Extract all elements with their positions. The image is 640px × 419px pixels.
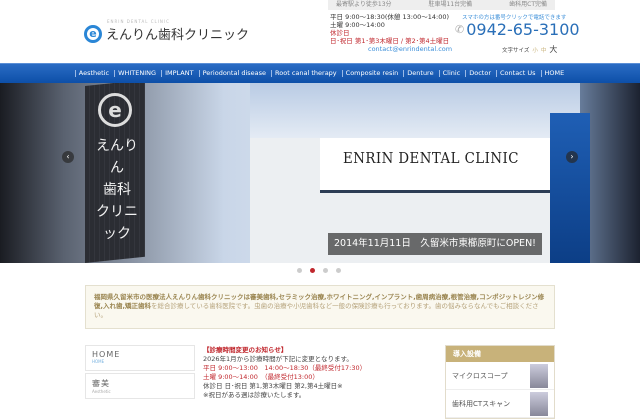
prev-slide-icon[interactable]: ‹ [62,151,74,163]
nav-aesthetic[interactable]: Aesthetic [74,70,112,77]
slider-dots [297,268,341,273]
ct-info: 歯科用CT完備 [509,1,547,8]
saturday-hours: 土曜 9:00〜14:00 [330,21,385,29]
tower-logo-icon: e [98,93,132,127]
news-line: 2026年1月から診療時間が下記に変更となります。 [203,355,353,363]
phone-number: 0942-65-3100 [466,20,580,39]
clinic-name: えんりん歯科クリニック [106,28,250,43]
nav-home[interactable]: HOME [540,70,568,77]
tower-line: クリニック [96,204,138,242]
equipment-item[interactable]: 歯科用CTスキャン [446,390,554,418]
access-info: 最寄駅より徒歩13分 [336,1,392,8]
slide-dot[interactable] [336,268,341,273]
email-link[interactable]: contact@enrindental.com [368,45,452,53]
intro-lead: 福岡県久留米市の医療法人えんりん歯科クリニックは [94,293,250,301]
parking-info: 駐車場11台完備 [428,1,473,8]
side-item-title: 審美 [92,379,110,388]
tower-line: 歯科 [103,182,131,198]
nav-doctor[interactable]: Doctor [465,70,494,77]
logo-tooth-icon: e [84,24,102,43]
building-blue-wall [550,113,590,263]
side-item-home[interactable]: HOME HOME [85,345,195,371]
side-item-sub: Aesthetic [92,389,111,394]
weekday-hours: 平日 9:00〜18:30(休憩 13:00〜14:00) [330,13,449,21]
font-size-switcher: 文字サイズ 小 中 大 [502,44,557,55]
font-small-button[interactable]: 小 [532,46,538,54]
news-notice: 【診療時間変更のお知らせ】 2026年1月から診療時間が下記に変更となります。 … [203,346,443,400]
tower-line: えんりん [96,138,138,176]
news-weekday: 平日 9:00〜13:00 14:00〜18:30（最終受付17:30） [203,364,367,372]
intro-text: を総合診療している歯科医院です。虫歯の治療や小児歯科など一般の保険診療も行ってお… [94,302,539,319]
building-sign: ENRIN DENTAL CLINIC [343,151,519,167]
top-info-strip: 最寄駅より徒歩13分 駐車場11台完備 歯科用CT完備 [328,0,555,10]
nav-whitening[interactable]: WHITENING [114,70,159,77]
slide-dot[interactable] [323,268,328,273]
news-note: ※祝日がある週は診療いたします。 [203,391,306,399]
closed-days: 日･祝日 第1･第3木曜日 / 第2･第4土曜日 [330,37,450,45]
news-saturday: 土曜 9:00〜14:00 （最終受付13:00） [203,373,319,381]
side-item-title: HOME [92,350,121,359]
equipment-item[interactable]: マイクロスコープ [446,362,554,390]
equipment-box: 導入設備 マイクロスコープ 歯科用CTスキャン [445,345,555,419]
next-slide-icon[interactable]: › [566,151,578,163]
news-closed: 休診日 日･祝日 第1,第3木曜日 第2,第4土曜日※ [203,382,343,390]
closed-label: 休診日 [330,29,350,37]
nav-periodontal[interactable]: Periodontal disease [198,70,269,77]
nav-composite[interactable]: Composite resin [341,70,402,77]
tower-text: えんりん 歯科 クリニック [92,135,142,245]
side-item-sub: HOME [92,359,105,364]
phone-icon: ✆ [455,23,465,36]
font-large-button[interactable]: 大 [549,44,557,55]
news-heading: 【診療時間変更のお知らせ】 [203,346,288,354]
nav-root-canal[interactable]: Root canal therapy [271,70,340,77]
ct-photo [530,391,548,416]
slide-dot-active[interactable] [310,268,315,273]
nav-denture[interactable]: Denture [403,70,436,77]
logo-subtitle: ENRIN DENTAL CLINIC [107,19,170,24]
nav-clinic[interactable]: Clinic [438,70,464,77]
nav-implant[interactable]: IMPLANT [161,70,197,77]
logo[interactable]: e ENRIN DENTAL CLINIC えんりん歯科クリニック [84,19,250,43]
equipment-label: 歯科用CTスキャン [452,399,511,408]
font-medium-button[interactable]: 中 [541,46,547,54]
equipment-label: マイクロスコープ [452,371,508,380]
sky [250,83,580,143]
equipment-heading: 導入設備 [446,346,554,362]
main-nav: Aesthetic WHITENING IMPLANT Periodontal … [0,63,640,83]
microscope-photo [530,363,548,388]
slide-caption: 2014年11月11日 久留米市東櫛原町にOPEN! [328,233,542,255]
nav-contact[interactable]: Contact Us [496,70,539,77]
hero-slider[interactable]: ENRIN DENTAL CLINIC e えんりん 歯科 クリニック ‹ › [0,83,640,263]
intro-box: 福岡県久留米市の医療法人えんりん歯科クリニックは審美歯科,セラミック治療,ホワイ… [85,285,555,329]
side-menu: HOME HOME 審美 Aesthetic [85,345,195,401]
phone-link[interactable]: ✆ 0942-65-3100 [455,20,580,39]
side-item-aesthetic[interactable]: 審美 Aesthetic [85,373,195,399]
business-hours: 平日 9:00〜18:30(休憩 13:00〜14:00) 土曜 9:00〜14… [330,13,449,45]
font-size-label: 文字サイズ [502,47,530,54]
slide-dot[interactable] [297,268,302,273]
